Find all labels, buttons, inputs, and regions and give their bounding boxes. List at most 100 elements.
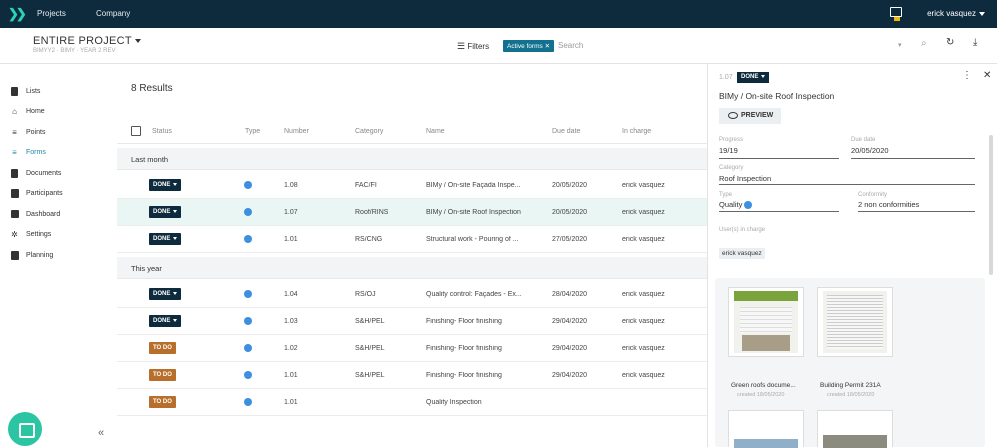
document-card[interactable] [817, 410, 893, 448]
document-card[interactable] [817, 287, 893, 357]
table-row[interactable]: DONE 1.03 S&H/PEL Finishing- Floor finishin… [117, 308, 707, 335]
search-icon[interactable]: ⌕ [921, 38, 927, 49]
filters-button[interactable]: ☰ Filters [457, 41, 489, 52]
search-input[interactable]: Search [558, 41, 583, 50]
sidebar-item-points[interactable]: ≡ Points [10, 128, 45, 137]
form-number: 1.07 [719, 74, 733, 81]
group-header: This year [117, 257, 707, 279]
notification-icon[interactable] [890, 7, 902, 21]
active-forms-chip[interactable]: Active forms ✕ [503, 40, 555, 52]
status-badge[interactable]: TO DO [149, 342, 176, 354]
select-all-checkbox[interactable] [131, 126, 141, 136]
chevron-down-icon [173, 209, 178, 213]
name-cell: Finishing- Floor finishing [426, 318, 502, 325]
user-tag[interactable]: erick vasquez [719, 248, 765, 259]
close-icon[interactable]: ✕ [545, 43, 550, 50]
user-menu[interactable]: erick vasquez [927, 9, 985, 18]
document-name[interactable]: Green roofs docume... [731, 382, 796, 389]
table-row[interactable]: DONE 1.07 Roof/RINS BIMy / On-site Roof Ins… [117, 199, 707, 226]
table-row[interactable]: TO DO 1.01 Quality Inspection [117, 389, 707, 416]
collapse-sidebar-icon[interactable]: « [98, 427, 104, 439]
sidebar-item-label: Documents [26, 170, 62, 177]
category-cell: FAC/FI [355, 182, 377, 189]
chevron-down-icon [173, 318, 178, 322]
table-row[interactable]: DONE 1.08 FAC/FI BIMy / On-site Façada Insp… [117, 172, 707, 199]
table-row[interactable]: TO DO 1.01 S&H/PEL Finishing- Floor finishi… [117, 362, 707, 389]
sidebar-item-dashboard[interactable]: Dashboard [10, 210, 60, 219]
number-cell: 1.01 [284, 236, 298, 243]
type-quality-icon [244, 317, 252, 325]
refresh-icon[interactable]: ↻ [946, 37, 954, 48]
column-type[interactable]: Type [245, 128, 260, 135]
status-label: TO DO [153, 345, 172, 351]
category-cell: S&H/PEL [355, 318, 385, 325]
sidebar-item-forms[interactable]: ≡ Forms [10, 148, 46, 157]
status-badge[interactable]: TO DO [149, 369, 176, 381]
project-selector[interactable]: ENTIRE PROJECT [33, 35, 141, 47]
column-status[interactable]: Status [152, 128, 172, 135]
column-name[interactable]: Name [426, 128, 445, 135]
status-label: TO DO [153, 399, 172, 405]
number-cell: 1.01 [284, 399, 298, 406]
table-row[interactable]: DONE 1.01 RS/CNG Structural work - Pouring … [117, 226, 707, 253]
due-date-cell: 29/04/2020 [552, 318, 588, 325]
status-label: DONE [153, 236, 171, 242]
document-card[interactable] [728, 287, 804, 357]
column-number[interactable]: Number [284, 128, 309, 135]
more-options-icon[interactable]: ⋮ [962, 70, 972, 81]
search-scope-dropdown[interactable]: ▾ [898, 41, 902, 49]
document-card[interactable] [728, 410, 804, 448]
column-in-charge[interactable]: In charge [622, 128, 651, 135]
app-logo[interactable]: ❯❯ [8, 6, 27, 22]
divider [851, 158, 975, 159]
divider [719, 158, 839, 159]
status-badge[interactable]: DONE [149, 315, 182, 327]
close-icon[interactable]: ✕ [983, 70, 991, 81]
nav-company[interactable]: Company [96, 9, 130, 18]
table-row[interactable]: TO DO 1.02 S&H/PEL Finishing- Floor finishi… [117, 335, 707, 362]
divider [719, 184, 975, 185]
status-badge[interactable]: DONE [149, 233, 182, 245]
group-label: This year [131, 264, 162, 273]
project-subtitle: BIMYY2 · BIMY · YEAR 2 REV [33, 48, 116, 54]
category-cell: RS/OJ [355, 291, 376, 298]
status-label: DONE [741, 74, 759, 80]
gear-icon: ✲ [11, 230, 18, 239]
chevron-down-icon [761, 74, 766, 78]
sidebar-item-settings[interactable]: ✲ Settings [10, 230, 51, 239]
category-cell: RS/CNG [355, 236, 383, 243]
status-badge[interactable]: DONE [149, 179, 182, 191]
due-date-value[interactable]: 20/05/2020 [851, 146, 889, 155]
category-cell: S&H/PEL [355, 345, 385, 352]
document-name[interactable]: Building Permit 231A [820, 382, 881, 389]
sidebar-item-home[interactable]: ⌂ Home [10, 107, 45, 116]
sidebar-item-participants[interactable]: Participants [10, 189, 63, 198]
sidebar-item-lists[interactable]: Lists [10, 87, 40, 96]
column-category[interactable]: Category [355, 128, 383, 135]
due-date-cell: 20/05/2020 [552, 182, 588, 189]
number-cell: 1.02 [284, 345, 298, 352]
type-text: Quality [719, 200, 743, 209]
document-date: created 18/05/2020 [827, 392, 875, 398]
status-badge[interactable]: TO DO [149, 396, 176, 408]
detail-status-badge[interactable]: DONE [737, 72, 770, 83]
in-charge-cell: erick vasquez [622, 345, 665, 352]
table-row[interactable]: DONE 1.04 RS/OJ Quality control: Façades - … [117, 281, 707, 308]
status-badge[interactable]: DONE [149, 206, 182, 218]
status-badge[interactable]: DONE [149, 288, 182, 300]
column-due-date[interactable]: Due date [552, 128, 580, 135]
status-label: TO DO [153, 372, 172, 378]
sidebar-item-documents[interactable]: Documents [10, 169, 61, 178]
status-label: DONE [153, 318, 171, 324]
category-value[interactable]: Roof Inspection [719, 174, 771, 183]
sidebar-item-planning[interactable]: Planning [10, 251, 53, 260]
panel-scrollbar[interactable] [989, 135, 993, 275]
thumbnail-photo [742, 335, 790, 351]
results-count: 8 Results [131, 83, 173, 94]
type-quality-icon [244, 398, 252, 406]
chat-button[interactable] [8, 412, 42, 446]
download-icon[interactable]: ⤓ [973, 37, 977, 48]
nav-projects[interactable]: Projects [37, 9, 66, 18]
status-label: DONE [153, 182, 171, 188]
chevron-down-icon [173, 291, 178, 295]
